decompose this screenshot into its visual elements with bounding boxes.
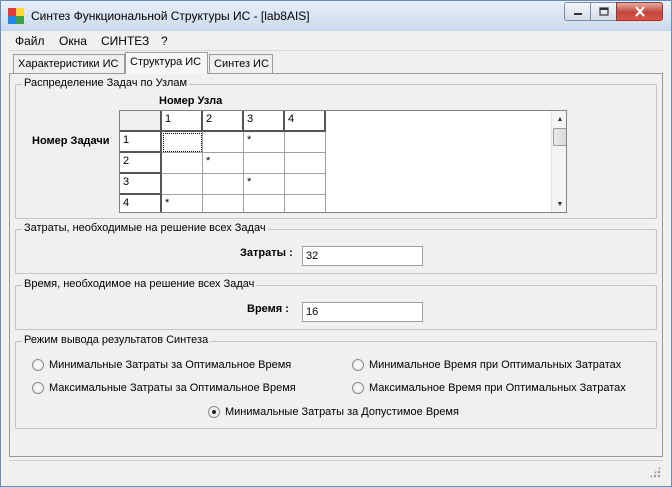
resize-grip-icon[interactable] bbox=[649, 466, 661, 478]
maximize-icon bbox=[598, 7, 609, 16]
distribution-grid[interactable]: 1 2 3 4 1 * 2 * 3 * 4 * ▲ ▼ bbox=[119, 110, 567, 213]
radio-button-selected[interactable] bbox=[208, 406, 220, 418]
title-bar[interactable]: Синтез Функциональной Структуры ИС - [la… bbox=[1, 1, 671, 31]
time-group-title: Время, необходимое на решение всех Задач bbox=[22, 278, 257, 290]
menu-windows[interactable]: Окна bbox=[59, 34, 87, 48]
grid-col-header: 4 bbox=[285, 111, 326, 132]
status-bar bbox=[9, 460, 663, 480]
grid-cell[interactable] bbox=[244, 195, 285, 212]
menu-bar: Файл Окна СИНТЕЗ ? bbox=[9, 31, 663, 51]
menu-synthesis[interactable]: СИНТЕЗ bbox=[101, 34, 149, 48]
scroll-thumb[interactable] bbox=[553, 128, 566, 146]
grid-cell[interactable] bbox=[285, 153, 326, 174]
scroll-up-arrow-icon[interactable]: ▲ bbox=[552, 111, 566, 127]
radio-min-costs-allowed-time[interactable]: Минимальные Затраты за Допустимое Время bbox=[208, 406, 459, 418]
task-number-label: Номер Задачи bbox=[32, 135, 110, 147]
grid-col-header: 3 bbox=[244, 111, 285, 132]
radio-button[interactable] bbox=[32, 359, 44, 371]
node-number-label: Номер Узла bbox=[159, 95, 223, 107]
radio-label: Максимальное Время при Оптимальных Затра… bbox=[369, 382, 626, 394]
window-title: Синтез Функциональной Структуры ИС - [la… bbox=[31, 9, 310, 23]
close-icon bbox=[634, 6, 645, 17]
grid-cell[interactable] bbox=[285, 195, 326, 212]
grid-vertical-scrollbar[interactable]: ▲ ▼ bbox=[551, 111, 566, 212]
grid-cell[interactable] bbox=[203, 195, 244, 212]
radio-button[interactable] bbox=[352, 382, 364, 394]
grid-cell[interactable]: * bbox=[244, 174, 285, 195]
grid-cell[interactable] bbox=[244, 153, 285, 174]
grid-corner bbox=[120, 111, 162, 132]
grid-cell[interactable] bbox=[162, 174, 203, 195]
costs-field[interactable]: 32 bbox=[302, 246, 423, 266]
grid-cell[interactable] bbox=[285, 132, 326, 153]
radio-label: Минимальные Затраты за Оптимальное Время bbox=[49, 359, 292, 371]
radio-button[interactable] bbox=[32, 382, 44, 394]
menu-help[interactable]: ? bbox=[161, 34, 168, 48]
tab-structure[interactable]: Структура ИС bbox=[125, 52, 208, 74]
grid-row-header: 3 bbox=[120, 174, 162, 195]
main-window: Синтез Функциональной Структуры ИС - [la… bbox=[0, 0, 672, 487]
scroll-down-arrow-icon[interactable]: ▼ bbox=[552, 196, 566, 212]
radio-label: Минимальные Затраты за Допустимое Время bbox=[225, 406, 459, 418]
colored-blocks-icon bbox=[8, 8, 24, 24]
radio-label: Минимальное Время при Оптимальных Затрат… bbox=[369, 359, 622, 371]
menu-file[interactable]: Файл bbox=[15, 34, 45, 48]
maximize-button[interactable] bbox=[590, 2, 617, 21]
radio-min-time-opt-costs[interactable]: Минимальное Время при Оптимальных Затрат… bbox=[352, 359, 621, 371]
minimize-button[interactable] bbox=[564, 2, 591, 21]
grid-col-header: 2 bbox=[203, 111, 244, 132]
grid-cell[interactable] bbox=[162, 153, 203, 174]
grid-cell[interactable]: * bbox=[162, 195, 203, 212]
costs-group-title: Затраты, необходимые на решение всех Зад… bbox=[22, 222, 268, 234]
time-label: Время : bbox=[247, 303, 289, 315]
radio-max-time-opt-costs[interactable]: Максимальное Время при Оптимальных Затра… bbox=[352, 382, 626, 394]
grid-col-header: 1 bbox=[162, 111, 203, 132]
radio-label: Максимальные Затраты за Оптимальное Врем… bbox=[49, 382, 296, 394]
grid-cell[interactable] bbox=[285, 174, 326, 195]
grid-row-header: 2 bbox=[120, 153, 162, 174]
grid-cell[interactable] bbox=[162, 132, 203, 153]
grid-cell[interactable] bbox=[203, 174, 244, 195]
mode-group-title: Режим вывода результатов Синтеза bbox=[22, 334, 211, 346]
grid-cell[interactable] bbox=[203, 132, 244, 153]
minimize-icon bbox=[573, 12, 582, 15]
distribution-group-title: Распределение Задач по Узлам bbox=[22, 77, 190, 89]
costs-label: Затраты : bbox=[240, 247, 293, 259]
grid-cell[interactable]: * bbox=[244, 132, 285, 153]
time-field[interactable]: 16 bbox=[302, 302, 423, 322]
radio-min-costs-opt-time[interactable]: Минимальные Затраты за Оптимальное Время bbox=[32, 359, 291, 371]
close-button[interactable] bbox=[616, 2, 663, 21]
grid-cell[interactable]: * bbox=[203, 153, 244, 174]
grid-row-header: 1 bbox=[120, 132, 162, 153]
grid-row-header: 4 bbox=[120, 195, 162, 212]
radio-button[interactable] bbox=[352, 359, 364, 371]
radio-max-costs-opt-time[interactable]: Максимальные Затраты за Оптимальное Врем… bbox=[32, 382, 296, 394]
tab-characteristics[interactable]: Характеристики ИС bbox=[13, 54, 125, 73]
tab-synthesis[interactable]: Синтез ИС bbox=[209, 54, 273, 73]
